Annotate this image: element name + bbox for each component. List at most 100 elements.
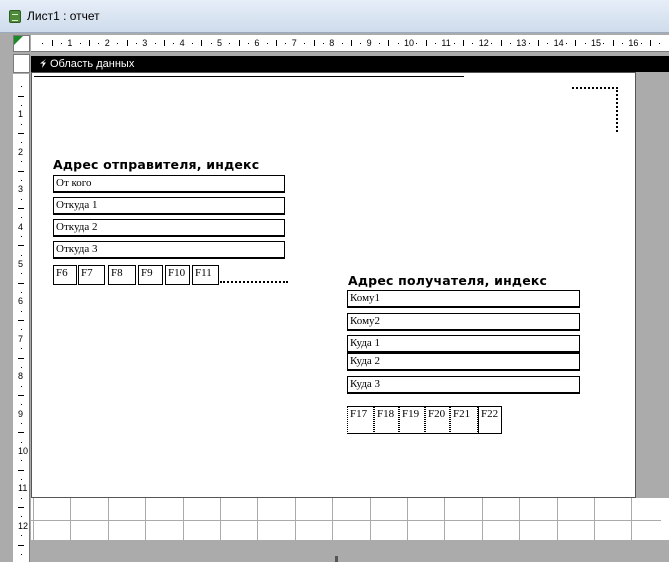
ruler-tick [650, 40, 652, 46]
ruler-number: 6 [254, 38, 260, 48]
ruler-number: 14 [553, 38, 564, 48]
stamp-area-side [616, 87, 618, 132]
sender-index-digit[interactable]: F9 [138, 265, 163, 285]
ruler-number: 15 [591, 38, 602, 48]
report-selector[interactable] [13, 35, 30, 52]
sender-index-digit[interactable]: F7 [78, 265, 105, 285]
grid-line [407, 498, 408, 540]
ruler-number: 9 [18, 408, 24, 419]
grid-line [33, 498, 34, 540]
ruler-number: 2 [104, 38, 110, 48]
recipient-address2-field[interactable]: Куда 2 [347, 353, 580, 371]
ruler-number: 6 [18, 296, 24, 307]
ruler-tick [21, 273, 22, 275]
ruler-tick [21, 516, 22, 518]
ruler-tick [21, 198, 22, 200]
ruler-tick [491, 43, 493, 44]
ruler-tick [238, 40, 240, 46]
detail-section-bar[interactable]: Область данных [31, 56, 669, 72]
sender-address2-field[interactable]: Откуда 2 [53, 219, 285, 237]
grid-line [70, 498, 72, 540]
ruler-tick [135, 43, 137, 44]
ruler-tick [18, 357, 24, 359]
ruler-number: 7 [18, 333, 24, 344]
ruler-tick [341, 43, 343, 44]
ruler-tick [191, 43, 193, 44]
ruler-tick [21, 310, 22, 312]
ruler-number: 11 [18, 483, 28, 494]
ruler-tick [21, 497, 22, 499]
ruler-number: 5 [217, 38, 223, 48]
ruler-tick [640, 43, 642, 44]
ruler-number: 3 [142, 38, 148, 48]
ruler-tick [509, 43, 511, 44]
ruler-tick [21, 329, 22, 331]
sender-address3-field[interactable]: Откуда 3 [53, 241, 285, 259]
top-line [34, 76, 464, 77]
sender-index-digit[interactable]: F8 [108, 265, 136, 285]
grid-line [220, 498, 221, 540]
ruler-tick [154, 43, 156, 44]
horizontal-ruler[interactable]: 1 2 3 4 5 6 7 8 9 10 11 12 13 14 15 16 [31, 35, 669, 52]
ruler-tick [360, 43, 362, 44]
ruler-tick [18, 544, 24, 546]
sender-index-digit[interactable]: F6 [53, 265, 77, 285]
ruler-tick [21, 105, 22, 107]
ruler-number: 12 [478, 38, 489, 48]
ruler-tick [18, 432, 24, 434]
ruler-tick [500, 40, 502, 46]
ruler-number: 16 [628, 38, 639, 48]
ruler-tick [18, 282, 24, 284]
recipient-address1-field[interactable]: Куда 1 [347, 335, 580, 353]
ruler-tick [21, 348, 22, 350]
ruler-tick [126, 40, 128, 46]
window-titlebar: Лист1 : отчет [0, 0, 669, 33]
ruler-number: 5 [18, 259, 24, 269]
ruler-tick [659, 43, 661, 44]
ruler-tick [397, 43, 399, 44]
ruler-tick [18, 469, 24, 471]
sender-from-field[interactable]: От кого [53, 175, 285, 193]
recipient-name1-field[interactable]: Кому1 [347, 290, 580, 308]
grid-line [332, 498, 334, 540]
ruler-tick [98, 43, 100, 44]
recipient-index-digit[interactable]: F19 [399, 406, 425, 434]
ruler-tick [425, 40, 427, 46]
recipient-index-digit[interactable]: F17 [347, 406, 374, 434]
sender-index-digit[interactable]: F10 [165, 265, 190, 285]
ruler-tick [21, 217, 22, 219]
ruler-tick [547, 43, 549, 44]
grid-line [631, 498, 633, 540]
ruler-tick [304, 43, 306, 44]
ruler-tick [18, 245, 24, 247]
section-arrow-icon [40, 59, 46, 68]
recipient-address3-field[interactable]: Куда 3 [347, 376, 580, 394]
ruler-tick [350, 40, 352, 46]
ruler-tick [21, 254, 22, 256]
ruler-tick [18, 394, 24, 396]
report-selector-icon [14, 36, 23, 45]
horizontal-scroll-area[interactable] [31, 540, 669, 562]
recipient-index-digit[interactable]: F22 [478, 406, 502, 434]
recipient-name2-field[interactable]: Кому2 [347, 313, 580, 331]
ruler-tick [21, 535, 22, 537]
ruler-number: 10 [404, 38, 415, 48]
grid-line [444, 498, 446, 540]
report-canvas[interactable]: Адрес отправителя, индекс От кого Откуда… [31, 72, 636, 498]
vertical-ruler[interactable]: 1 2 3 4 5 6 7 8 9 10 11 12 [13, 74, 30, 562]
ruler-tick [79, 43, 81, 44]
ruler-tick [42, 43, 44, 44]
recipient-index-digit[interactable]: F18 [374, 406, 399, 434]
recipient-index-digit[interactable]: F20 [425, 406, 450, 434]
section-label: Область данных [50, 58, 135, 70]
ruler-tick [612, 40, 614, 46]
ruler-tick [117, 43, 119, 44]
sender-address1-field[interactable]: Откуда 1 [53, 197, 285, 215]
ruler-tick [89, 40, 91, 46]
ruler-tick [21, 235, 22, 237]
sender-index-line [220, 281, 288, 283]
grid-line [294, 498, 296, 540]
sender-index-digit[interactable]: F11 [192, 265, 219, 285]
recipient-index-digit[interactable]: F21 [450, 406, 478, 434]
ruler-number: 13 [516, 38, 527, 48]
